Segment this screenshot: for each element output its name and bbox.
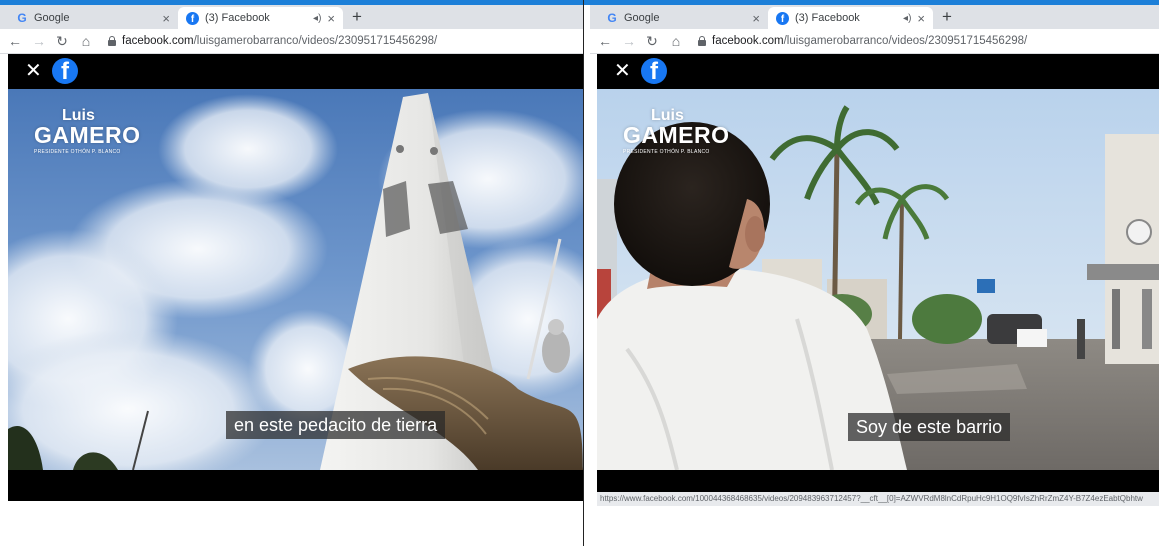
screenshot-panel-left: G Google × f (3) Facebook ◂) × + ← → ↻ ⌂… [0,5,583,546]
tab-title: (3) Facebook [205,12,270,24]
address-bar[interactable]: facebook.com/luisgamerobarranco/videos/2… [698,35,1027,47]
facebook-icon: f [776,11,789,25]
speaker-icon[interactable]: ◂) [313,13,321,24]
close-tab-icon[interactable]: × [752,11,760,26]
watermark-role: PRESIDENTE OTHÓN P. BLANCO [623,149,710,155]
tab-title: Google [624,12,660,24]
video-bottom-bar [8,470,583,501]
video-subtitle: en este pedacito de tierra [226,411,446,439]
channel-watermark: Luis GAMERO PRESIDENTE OTHÓN P. BLANCO [34,107,141,155]
video-bottom-bar [597,470,1159,492]
lock-icon[interactable] [698,36,706,46]
tab-strip: G Google × f (3) Facebook ◂) × + [590,5,1159,29]
address-url: facebook.com/luisgamerobarranco/videos/2… [712,35,1028,47]
status-bar-url: https://www.facebook.com/100044368468635… [597,492,1159,506]
video-subtitle: Soy de este barrio [848,413,1011,441]
watermark-last-name: GAMERO [623,122,730,148]
address-url: facebook.com/luisgamerobarranco/videos/2… [122,35,438,47]
video-top-bar: ✕ f [8,54,583,89]
tab-strip: G Google × f (3) Facebook ◂) × + [0,5,583,29]
new-tab-button[interactable]: + [942,7,952,27]
tab-google[interactable]: G Google × [598,7,768,29]
back-arrow-icon[interactable]: ← [8,34,22,48]
tab-google[interactable]: G Google × [8,7,178,29]
new-tab-button[interactable]: + [352,7,362,27]
facebook-icon: f [186,11,199,25]
google-icon: G [17,11,27,25]
video-top-bar: ✕ f [597,54,1159,89]
home-icon[interactable]: ⌂ [670,34,682,48]
tab-facebook[interactable]: f (3) Facebook ◂) × [768,7,933,29]
panel-divider [583,0,584,546]
watermark-role: PRESIDENTE OTHÓN P. BLANCO [34,149,121,155]
video-frame[interactable]: Luis GAMERO PRESIDENTE OTHÓN P. BLANCO S… [597,89,1159,470]
close-tab-icon[interactable]: × [327,11,335,26]
facebook-logo-icon[interactable]: f [641,58,667,84]
google-icon: G [607,11,617,25]
video-frame[interactable]: Luis GAMERO PRESIDENTE OTHÓN P. BLANCO e… [8,89,583,470]
tab-title: (3) Facebook [795,12,860,24]
back-arrow-icon[interactable]: ← [598,34,612,48]
tab-title: Google [34,12,70,24]
reload-icon[interactable]: ↻ [56,34,68,48]
facebook-logo-icon[interactable]: f [52,58,78,84]
browser-toolbar: ← → ↻ ⌂ facebook.com/luisgamerobarranco/… [590,29,1159,54]
channel-watermark: Luis GAMERO PRESIDENTE OTHÓN P. BLANCO [623,107,730,155]
address-bar[interactable]: facebook.com/luisgamerobarranco/videos/2… [108,35,437,47]
reload-icon[interactable]: ↻ [646,34,658,48]
speaker-icon[interactable]: ◂) [903,13,911,24]
lock-icon[interactable] [108,36,116,46]
close-tab-icon[interactable]: × [917,11,925,26]
close-icon[interactable]: ✕ [614,61,631,81]
close-icon[interactable]: ✕ [25,61,42,81]
close-tab-icon[interactable]: × [162,11,170,26]
tab-facebook[interactable]: f (3) Facebook ◂) × [178,7,343,29]
home-icon[interactable]: ⌂ [80,34,92,48]
browser-toolbar: ← → ↻ ⌂ facebook.com/luisgamerobarranco/… [0,29,583,54]
forward-arrow-icon[interactable]: → [32,34,46,48]
watermark-last-name: GAMERO [34,122,141,148]
forward-arrow-icon[interactable]: → [622,34,636,48]
screenshot-panel-right: G Google × f (3) Facebook ◂) × + ← → ↻ ⌂… [590,5,1159,546]
